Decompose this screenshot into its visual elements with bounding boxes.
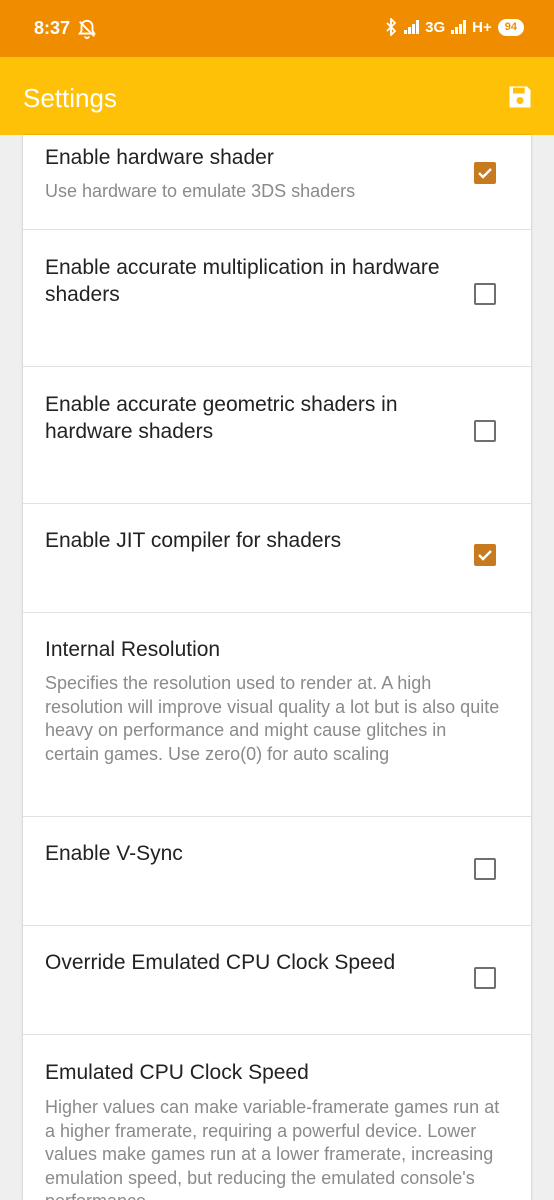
battery-icon: 94 [497,18,524,36]
setting-override-cpu-clock[interactable]: Override Emulated CPU Clock Speed [23,926,531,1035]
checkbox-unchecked[interactable] [474,283,496,305]
setting-title: Enable JIT compiler for shaders [45,529,342,552]
setting-accurate-geometric-shaders[interactable]: Enable accurate geometric shaders in har… [23,367,531,504]
setting-accurate-multiplication[interactable]: Enable accurate multiplication in hardwa… [23,230,531,367]
network-type-2: H+ [472,18,492,36]
setting-enable-vsync[interactable]: Enable V-Sync [23,817,531,926]
status-bar: 8:37 3G H+ 94 [0,0,554,57]
setting-jit-compiler[interactable]: Enable JIT compiler for shaders [23,504,531,613]
setting-title: Enable accurate multiplication in hardwa… [45,256,440,306]
checkbox-unchecked[interactable] [474,967,496,989]
setting-emulated-cpu-clock[interactable]: Emulated CPU Clock Speed Higher values c… [23,1035,531,1200]
checkbox-unchecked[interactable] [474,420,496,442]
setting-title: Emulated CPU Clock Speed [45,1061,309,1084]
setting-enable-hardware-shader[interactable]: Enable hardware shader Use hardware to e… [23,135,531,230]
status-time: 8:37 [34,18,71,38]
status-icons: 3G H+ 94 [384,18,524,36]
save-icon[interactable] [506,83,534,111]
check-icon [478,168,492,179]
bluetooth-icon [386,18,397,36]
setting-summary: Use hardware to emulate 3DS shaders [45,181,356,201]
setting-title: Override Emulated CPU Clock Speed [45,951,396,974]
settings-list: Enable hardware shader Use hardware to e… [23,135,531,1200]
setting-summary: Higher values can make variable-framerat… [45,1097,500,1200]
checkbox-checked[interactable] [474,162,496,184]
network-type-1: 3G [425,18,446,36]
checkbox-unchecked[interactable] [474,858,496,880]
signal-strength-icon [404,20,420,34]
setting-title: Internal Resolution [45,638,221,661]
checkbox-checked[interactable] [474,544,496,566]
setting-title: Enable hardware shader [45,146,274,169]
check-icon [478,550,492,561]
app-bar: Settings [0,57,554,135]
notifications-off-icon [77,19,97,40]
setting-internal-resolution[interactable]: Internal Resolution Specifies the resolu… [23,613,531,817]
setting-title: Enable V-Sync [45,842,183,865]
setting-summary: Specifies the resolution used to render … [45,673,500,764]
page-title: Settings [23,83,117,113]
setting-title: Enable accurate geometric shaders in har… [45,393,398,443]
signal-strength-icon-2 [451,20,467,34]
